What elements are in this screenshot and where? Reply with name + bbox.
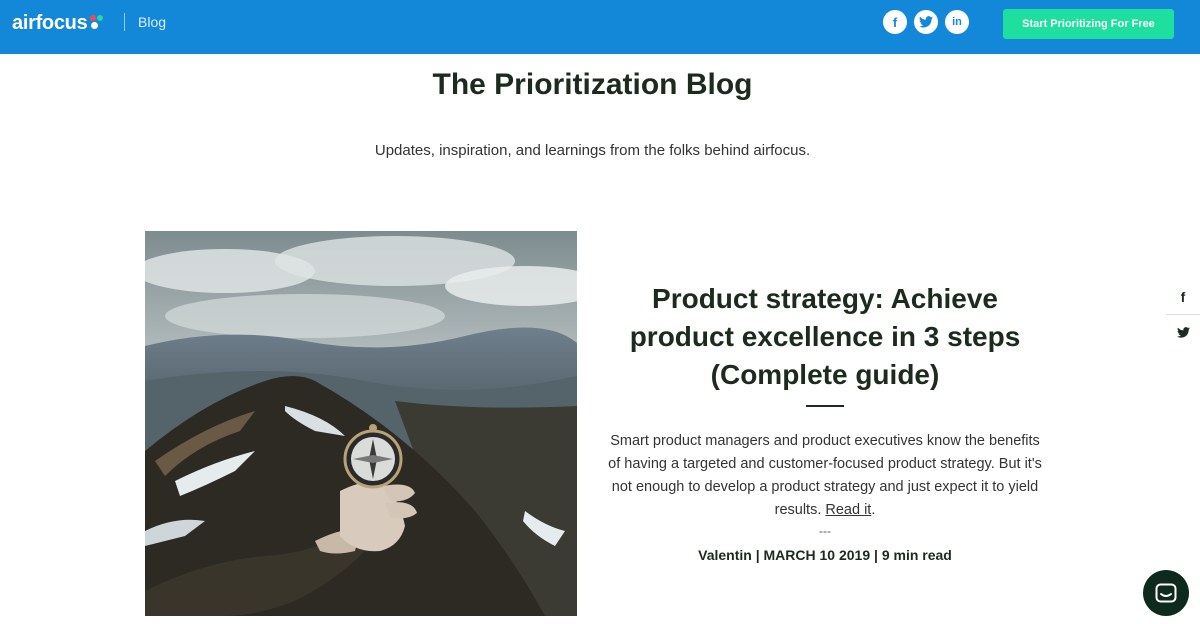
- title-underline: [806, 405, 844, 407]
- chat-launcher-button[interactable]: [1143, 570, 1189, 616]
- post-meta: Valentin | MARCH 10 2019 | 9 min read: [698, 547, 952, 563]
- start-prioritizing-button[interactable]: Start Prioritizing For Free: [1003, 9, 1174, 39]
- featured-post-image[interactable]: [145, 231, 577, 616]
- compass-mountain-photo: [145, 231, 577, 616]
- featured-post-title[interactable]: Product strategy: Achieve product excell…: [600, 280, 1050, 394]
- chat-icon: [1155, 583, 1177, 603]
- page-title: The Prioritization Blog: [432, 68, 753, 101]
- top-navigation-bar: airfocus Blog f t in Start Prioritizing …: [0, 0, 1200, 54]
- side-share-bar: f t: [1166, 280, 1200, 349]
- twitter-icon[interactable]: t: [914, 10, 938, 34]
- linkedin-icon[interactable]: in: [945, 10, 969, 34]
- meta-separator: ---: [819, 524, 831, 538]
- blog-nav-link[interactable]: Blog: [138, 14, 166, 30]
- airfocus-logo[interactable]: airfocus: [12, 12, 105, 34]
- side-twitter-bird-icon: [1176, 326, 1190, 338]
- logo-dots-icon: [89, 14, 105, 32]
- header-divider: [124, 13, 125, 31]
- logo-wordmark: airfocus: [12, 11, 88, 34]
- side-facebook-icon[interactable]: f: [1166, 280, 1200, 314]
- twitter-bird-icon: [919, 16, 933, 28]
- read-it-link[interactable]: Read it: [825, 502, 871, 518]
- facebook-glyph: f: [892, 14, 898, 30]
- page-subtitle: Updates, inspiration, and learnings from…: [374, 142, 811, 159]
- linkedin-glyph: in: [952, 16, 962, 28]
- side-facebook-glyph: f: [1180, 289, 1186, 305]
- side-twitter-icon[interactable]: t: [1166, 315, 1200, 349]
- facebook-icon[interactable]: f: [883, 10, 907, 34]
- featured-post-excerpt: Smart product managers and product execu…: [608, 433, 1042, 518]
